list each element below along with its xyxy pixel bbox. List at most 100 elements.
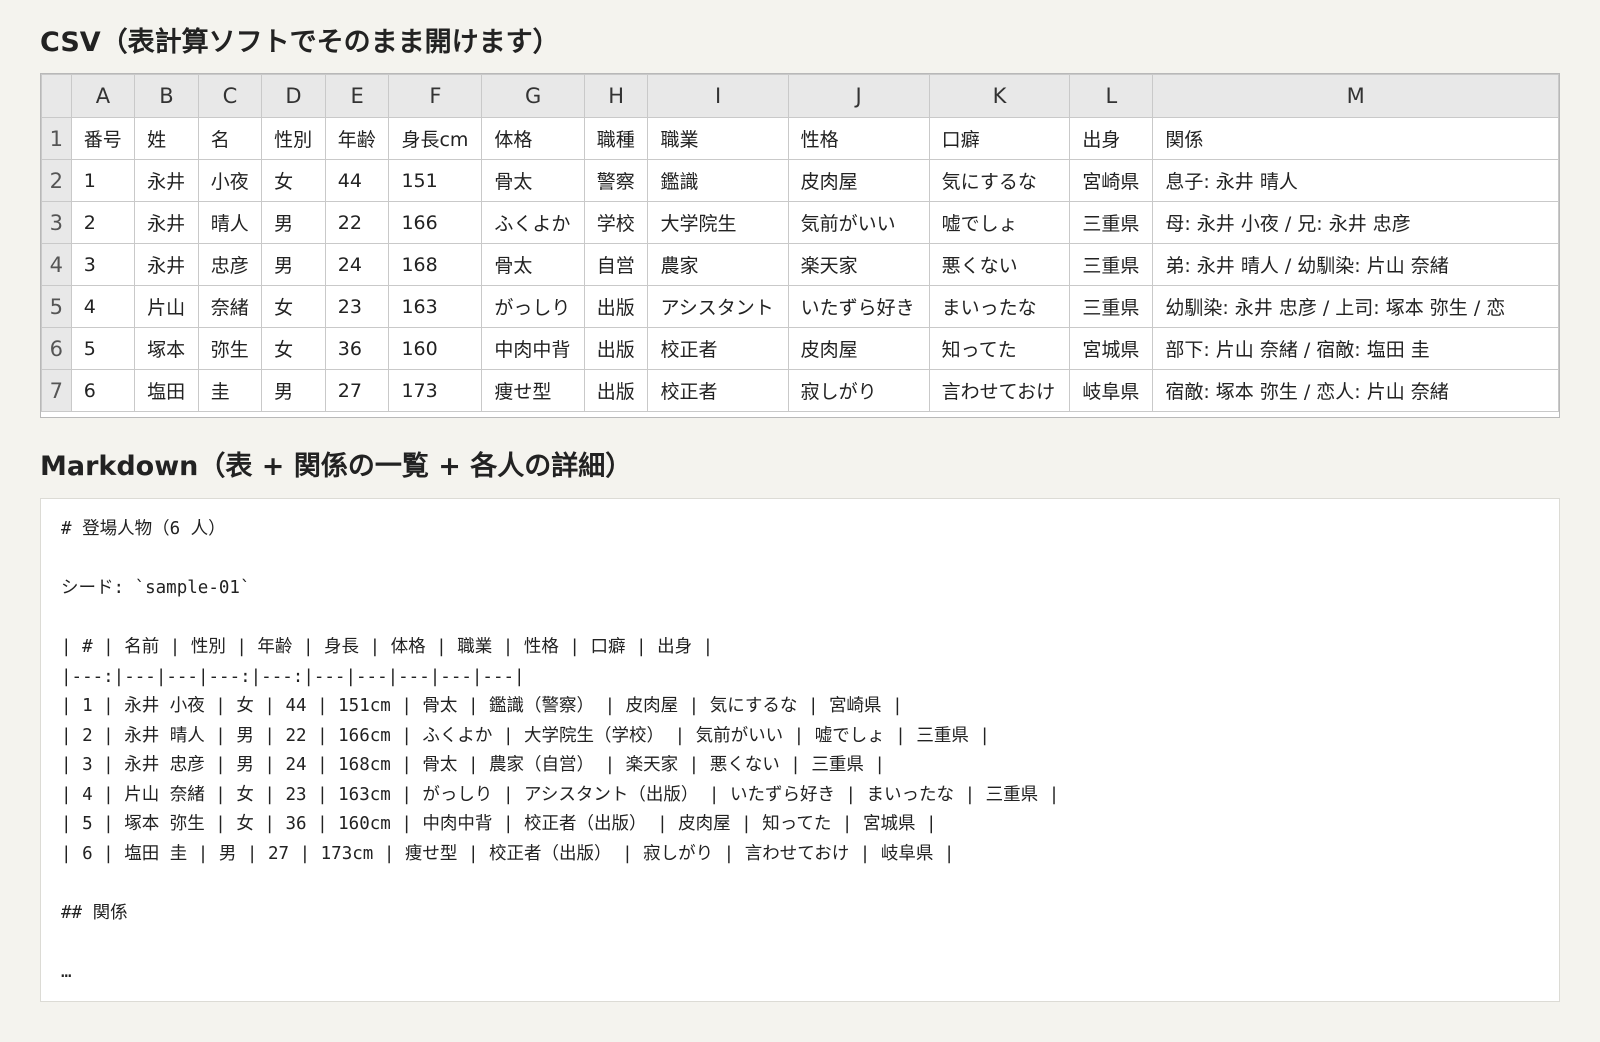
row-number[interactable]: 7 [41, 369, 72, 412]
column-header[interactable]: F [388, 74, 483, 118]
sheet-cell[interactable]: ふくよか [481, 201, 585, 244]
sheet-cell[interactable]: 塚本 [134, 327, 199, 370]
sheet-cell[interactable]: 息子: 永井 晴人 [1152, 159, 1559, 202]
sheet-cell[interactable]: アシスタント [647, 285, 789, 328]
sheet-cell[interactable]: 5 [70, 327, 136, 370]
column-header[interactable]: L [1069, 74, 1154, 118]
corner-cell[interactable] [41, 74, 72, 118]
sheet-cell[interactable]: 3 [70, 243, 136, 286]
sheet-cell[interactable]: 名 [197, 117, 263, 160]
sheet-cell[interactable]: 弟: 永井 晴人 / 幼馴染: 片山 奈緒 [1152, 243, 1559, 286]
sheet-cell[interactable]: 校正者 [647, 369, 789, 412]
sheet-cell[interactable]: 気前がいい [787, 201, 930, 244]
sheet-cell[interactable]: 校正者 [647, 327, 789, 370]
column-header[interactable]: A [70, 74, 136, 118]
sheet-cell[interactable]: 2 [70, 201, 136, 244]
sheet-cell[interactable]: 楽天家 [787, 243, 930, 286]
sheet-cell[interactable]: 三重県 [1069, 243, 1154, 286]
markdown-code-block[interactable]: # 登場人物（6 人） シード: `sample-01` | # | 名前 | 性別… [40, 498, 1560, 1002]
sheet-cell[interactable]: 宿敵: 塚本 弥生 / 恋人: 片山 奈緒 [1152, 369, 1559, 412]
sheet-cell[interactable]: 塩田 [134, 369, 199, 412]
sheet-cell[interactable]: 151 [388, 159, 483, 202]
sheet-cell[interactable]: 関係 [1152, 117, 1559, 160]
sheet-cell[interactable]: 166 [388, 201, 483, 244]
row-number[interactable]: 1 [41, 117, 72, 160]
sheet-cell[interactable]: 晴人 [197, 201, 263, 244]
sheet-cell[interactable]: 小夜 [197, 159, 263, 202]
sheet-cell[interactable]: 職業 [647, 117, 789, 160]
sheet-cell[interactable]: 骨太 [481, 159, 585, 202]
sheet-cell[interactable]: 出版 [583, 369, 649, 412]
sheet-cell[interactable]: 23 [324, 285, 390, 328]
sheet-cell[interactable]: 三重県 [1069, 285, 1154, 328]
sheet-cell[interactable]: 出身 [1069, 117, 1154, 160]
column-header[interactable]: J [787, 74, 930, 118]
sheet-cell[interactable]: 言わせておけ [928, 369, 1071, 412]
sheet-cell[interactable]: 6 [70, 369, 136, 412]
sheet-cell[interactable]: 年齢 [324, 117, 390, 160]
sheet-cell[interactable]: 皮肉屋 [787, 327, 930, 370]
sheet-cell[interactable]: 痩せ型 [481, 369, 585, 412]
sheet-cell[interactable]: 性別 [261, 117, 326, 160]
sheet-cell[interactable]: まいったな [928, 285, 1071, 328]
sheet-cell[interactable]: 24 [324, 243, 390, 286]
sheet-cell[interactable]: 27 [324, 369, 390, 412]
sheet-cell[interactable]: 1 [70, 159, 136, 202]
sheet-cell[interactable]: 片山 [134, 285, 199, 328]
column-header[interactable]: K [928, 74, 1071, 118]
sheet-cell[interactable]: 三重県 [1069, 201, 1154, 244]
sheet-cell[interactable]: 44 [324, 159, 390, 202]
row-number[interactable]: 4 [41, 243, 72, 286]
sheet-cell[interactable]: 奈緒 [197, 285, 263, 328]
sheet-cell[interactable]: 口癖 [928, 117, 1071, 160]
sheet-cell[interactable]: 気にするな [928, 159, 1071, 202]
sheet-cell[interactable]: 身長cm [388, 117, 483, 160]
sheet-cell[interactable]: 悪くない [928, 243, 1071, 286]
sheet-cell[interactable]: 圭 [197, 369, 263, 412]
sheet-cell[interactable]: 163 [388, 285, 483, 328]
row-number[interactable]: 2 [41, 159, 72, 202]
row-number[interactable]: 5 [41, 285, 72, 328]
column-header[interactable]: B [134, 74, 199, 118]
sheet-cell[interactable]: 173 [388, 369, 483, 412]
column-header[interactable]: I [647, 74, 789, 118]
sheet-cell[interactable]: 自営 [583, 243, 649, 286]
sheet-cell[interactable]: 岐阜県 [1069, 369, 1154, 412]
sheet-cell[interactable]: 女 [261, 159, 326, 202]
sheet-cell[interactable]: 中肉中背 [481, 327, 585, 370]
row-number[interactable]: 3 [41, 201, 72, 244]
sheet-cell[interactable]: いたずら好き [787, 285, 930, 328]
column-header[interactable]: M [1152, 74, 1559, 118]
sheet-cell[interactable]: 永井 [134, 243, 199, 286]
sheet-cell[interactable]: 部下: 片山 奈緒 / 宿敵: 塩田 圭 [1152, 327, 1559, 370]
sheet-cell[interactable]: 職種 [583, 117, 649, 160]
sheet-cell[interactable]: 女 [261, 285, 326, 328]
column-header[interactable]: C [197, 74, 263, 118]
sheet-cell[interactable]: 知ってた [928, 327, 1071, 370]
sheet-cell[interactable]: がっしり [481, 285, 585, 328]
sheet-cell[interactable]: 皮肉屋 [787, 159, 930, 202]
sheet-cell[interactable]: 出版 [583, 285, 649, 328]
spreadsheet-preview[interactable]: ABCDEFGHIJKLM 1 番号姓名性別 年齢 身長cm 体格 職種 職業 性格 口癖 出身関… [40, 73, 1560, 418]
sheet-cell[interactable]: 姓 [134, 117, 199, 160]
column-header[interactable]: E [324, 74, 390, 118]
sheet-cell[interactable]: 性格 [787, 117, 930, 160]
sheet-cell[interactable]: 出版 [583, 327, 649, 370]
column-header[interactable]: G [481, 74, 585, 118]
column-header[interactable]: H [583, 74, 649, 118]
sheet-cell[interactable]: 母: 永井 小夜 / 兄: 永井 忠彦 [1152, 201, 1559, 244]
sheet-cell[interactable]: 鑑識 [647, 159, 789, 202]
row-number[interactable]: 6 [41, 327, 72, 370]
sheet-cell[interactable]: 弥生 [197, 327, 263, 370]
sheet-cell[interactable]: 農家 [647, 243, 789, 286]
sheet-cell[interactable]: 22 [324, 201, 390, 244]
sheet-cell[interactable]: 男 [261, 369, 326, 412]
sheet-cell[interactable]: 番号 [70, 117, 136, 160]
sheet-cell[interactable]: 嘘でしょ [928, 201, 1071, 244]
sheet-cell[interactable]: 160 [388, 327, 483, 370]
sheet-cell[interactable]: 骨太 [481, 243, 585, 286]
sheet-cell[interactable]: 永井 [134, 201, 199, 244]
sheet-cell[interactable]: 男 [261, 201, 326, 244]
sheet-cell[interactable]: 男 [261, 243, 326, 286]
sheet-cell[interactable]: 宮城県 [1069, 327, 1154, 370]
